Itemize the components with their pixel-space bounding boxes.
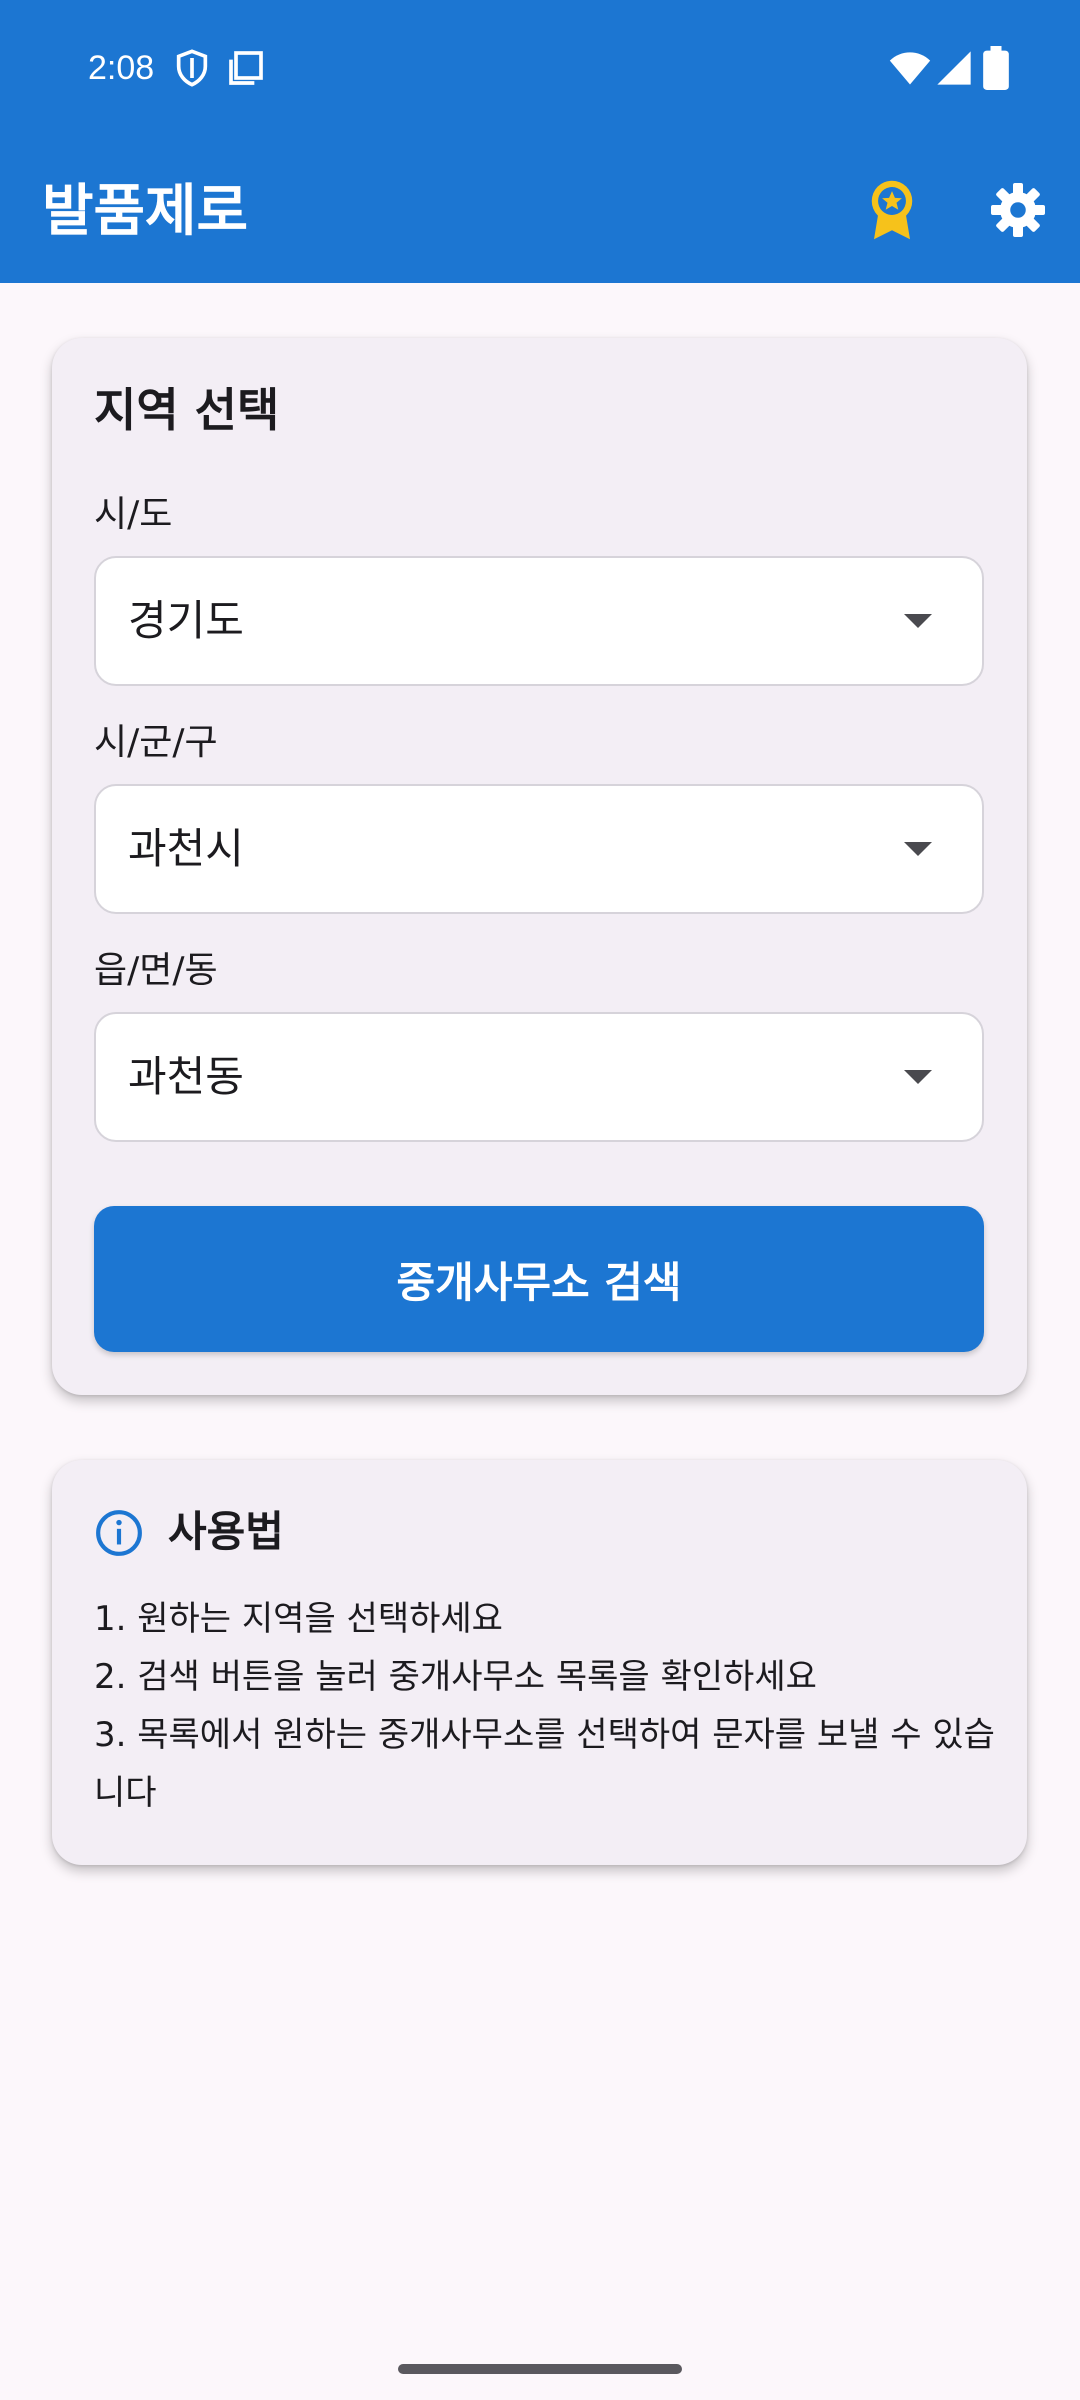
usage-guide-title: 사용법 [168, 1507, 284, 1556]
signal-icon [937, 51, 971, 85]
city-dropdown[interactable]: 과천시 [94, 784, 984, 914]
dropdown-arrow-icon [904, 614, 932, 628]
award-icon [871, 180, 913, 240]
city-value: 과천시 [128, 824, 244, 873]
dropdown-arrow-icon [904, 842, 932, 856]
district-label: 읍/면/동 [94, 950, 218, 991]
province-value: 경기도 [128, 596, 244, 645]
status-time: 2:08 [88, 49, 155, 87]
province-label: 시/도 [94, 494, 173, 535]
settings-button[interactable] [978, 170, 1058, 250]
app-title: 발품제로 [42, 179, 249, 244]
battery-icon [983, 46, 1009, 90]
shield-icon [176, 49, 208, 87]
usage-step: 3. 목록에서 원하는 중개사무소를 선택하여 문자를 보낼 수 있습니다 [94, 1715, 995, 1813]
usage-step: 2. 검색 버튼을 눌러 중개사무소 목록을 확인하세요 [94, 1657, 817, 1697]
app-screen: 2:08 발품제로 지역 선택 시/도 경기도 시/군/구 과천시 읍/면/동 … [0, 0, 1080, 2400]
award-button[interactable] [852, 170, 932, 250]
info-icon [96, 1510, 142, 1556]
settings-icon [991, 183, 1045, 237]
screenshot-icon [229, 51, 263, 85]
top-app-bar: 2:08 발품제로 [0, 0, 1080, 283]
usage-step: 1. 원하는 지역을 선택하세요 [94, 1599, 503, 1639]
wifi-icon [889, 52, 931, 85]
region-select-card: 지역 선택 시/도 경기도 시/군/구 과천시 읍/면/동 과천동 중개사무소 … [52, 338, 1027, 1395]
search-button-label: 중개사무소 검색 [396, 1257, 682, 1307]
city-label: 시/군/구 [94, 722, 218, 763]
search-agencies-button[interactable]: 중개사무소 검색 [94, 1206, 984, 1352]
usage-guide-card: 사용법 1. 원하는 지역을 선택하세요 2. 검색 버튼을 눌러 중개사무소 … [52, 1460, 1027, 1865]
region-card-title: 지역 선택 [94, 383, 280, 437]
home-gesture-bar[interactable] [398, 2364, 682, 2374]
district-value: 과천동 [128, 1052, 244, 1101]
usage-steps-list: 1. 원하는 지역을 선택하세요 2. 검색 버튼을 눌러 중개사무소 목록을 … [94, 1590, 1004, 1822]
dropdown-arrow-icon [904, 1070, 932, 1084]
district-dropdown[interactable]: 과천동 [94, 1012, 984, 1142]
province-dropdown[interactable]: 경기도 [94, 556, 984, 686]
